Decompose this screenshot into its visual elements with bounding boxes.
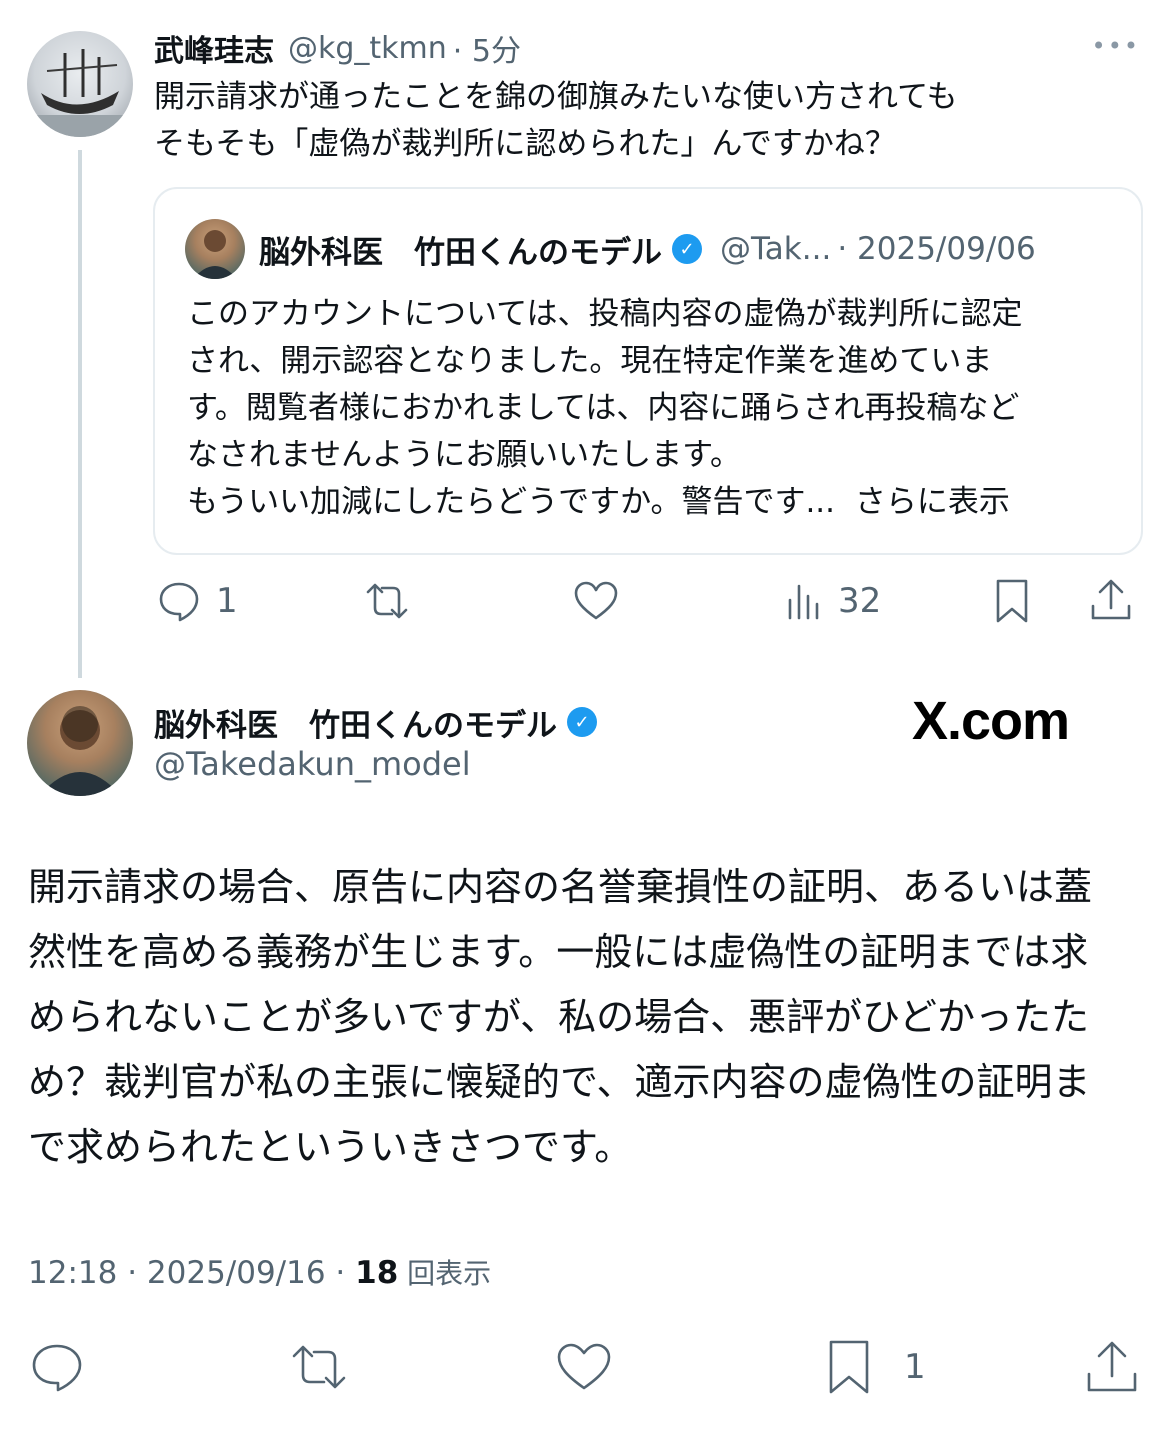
quote-text-line: このアカウントについては、投稿内容の虚偽が裁判所に認定	[187, 296, 1023, 332]
quote-text: このアカウントについては、投稿内容の虚偽が裁判所に認定 され、開示認容となりまし…	[187, 291, 1022, 526]
quote-text-line: なされませんようにお願いいたします。	[187, 437, 741, 473]
bookmark-count: 1	[904, 1347, 926, 1387]
quote-text-line: もういい加減にしたらどうですか。警告です... さらに表示	[187, 479, 1022, 526]
retweet-icon	[292, 1345, 346, 1389]
quote-header: 脳外科医 竹田くんのモデル ✓ @Tak... · 2025/09/06	[259, 225, 1036, 273]
reply-text-line: 開示請求が通ったことを錦の御旗みたいな使い方されても	[154, 79, 958, 115]
share-icon	[1087, 1341, 1137, 1392]
reply-action-share[interactable]	[1088, 576, 1134, 624]
main-body-line: 開示請求の場合、原告に内容の名誉棄損性の証明、あるいは蓋	[28, 865, 1093, 909]
main-action-share[interactable]	[1084, 1338, 1140, 1396]
show-more-link[interactable]: さらに表示	[855, 484, 1010, 520]
main-body-line: 然性を高める義務が生じます。一般には虚偽性の証明までは求	[28, 930, 1089, 974]
main-action-retweet[interactable]	[286, 1340, 352, 1394]
reply-avatar[interactable]	[27, 31, 133, 137]
views-count: 32	[838, 581, 882, 621]
main-display-name[interactable]: 脳外科医 竹田くんのモデル	[154, 700, 557, 745]
main-body-line: で求められたといういきさつです。	[28, 1125, 633, 1169]
verified-badge-icon: ✓	[672, 234, 702, 264]
reply-action-like[interactable]	[572, 578, 620, 624]
main-action-bookmark[interactable]: 1	[824, 1338, 926, 1396]
reply-action-retweet[interactable]	[360, 578, 414, 624]
reply-text-line: そもそも「虚偽が裁判所に認められた」んですかね？	[154, 126, 896, 162]
retweet-icon	[366, 583, 408, 619]
quote-avatar	[185, 219, 245, 279]
x-com-watermark: X.com	[912, 691, 1070, 751]
quote-handle: @Tak...	[720, 231, 832, 267]
person-icon	[193, 230, 237, 279]
main-views-label: 回表示	[398, 1257, 492, 1290]
main-timestamp[interactable]: 12:18 · 2025/09/16 ·	[28, 1255, 355, 1291]
main-avatar[interactable]	[27, 690, 133, 796]
quote-card[interactable]: 脳外科医 竹田くんのモデル ✓ @Tak... · 2025/09/06 このア…	[153, 187, 1143, 555]
reply-action-views[interactable]: 32	[784, 578, 881, 624]
main-views-count: 18	[355, 1255, 399, 1291]
main-body-line: め？裁判官が私の主張に懐疑的で、適示内容の虚偽性の証明ま	[28, 1060, 1091, 1104]
views-icon	[788, 584, 819, 620]
reply-icon	[159, 582, 199, 622]
reply-header: 武峰珪志 @kg_tkmn · 5分	[154, 26, 521, 70]
more-icon[interactable]: •••	[1092, 32, 1140, 60]
share-icon	[1091, 579, 1131, 620]
main-action-like[interactable]	[554, 1340, 614, 1394]
reply-time[interactable]: · 5分	[453, 26, 521, 70]
quote-text-line: す。閲覧者様におかれましては、内容に踊らされ再投稿など	[187, 390, 1020, 426]
reply-action-reply[interactable]: 1	[156, 578, 238, 624]
main-handle[interactable]: @Takedakun_model	[154, 745, 471, 783]
reply-count: 1	[216, 581, 238, 621]
quote-last-line: もういい加減にしたらどうですか。警告です...	[187, 484, 836, 520]
main-header: 脳外科医 竹田くんのモデル ✓	[154, 698, 597, 746]
reply-icon	[32, 1344, 82, 1392]
bookmark-icon	[829, 1340, 869, 1394]
main-body: 開示請求の場合、原告に内容の名誉棄損性の証明、あるいは蓋 然性を高める義務が生じ…	[28, 855, 1092, 1180]
thread-line	[78, 150, 82, 678]
quote-display-name: 脳外科医 竹田くんのモデル	[259, 234, 662, 271]
ship-icon	[27, 49, 133, 137]
quote-text-line: され、開示認容となりました。現在特定作業を進めていま	[187, 343, 993, 379]
main-meta: 12:18 · 2025/09/16 · 18 回表示	[28, 1252, 491, 1292]
bookmark-icon	[996, 579, 1028, 623]
main-action-reply[interactable]	[28, 1340, 86, 1394]
heart-icon	[557, 1343, 611, 1390]
reply-text: 開示請求が通ったことを錦の御旗みたいな使い方されても そもそも「虚偽が裁判所に認…	[154, 74, 958, 168]
main-body-line: められないことが多いですが、私の場合、悪評がひどかったた	[28, 995, 1089, 1039]
reply-handle[interactable]: @kg_tkmn	[288, 31, 447, 66]
reply-display-name[interactable]: 武峰珪志	[154, 26, 274, 70]
quote-date: · 2025/09/06	[837, 231, 1036, 267]
person-icon	[39, 706, 121, 796]
heart-icon	[574, 581, 618, 620]
reply-action-bookmark[interactable]	[992, 578, 1032, 624]
verified-badge-icon: ✓	[567, 707, 597, 737]
